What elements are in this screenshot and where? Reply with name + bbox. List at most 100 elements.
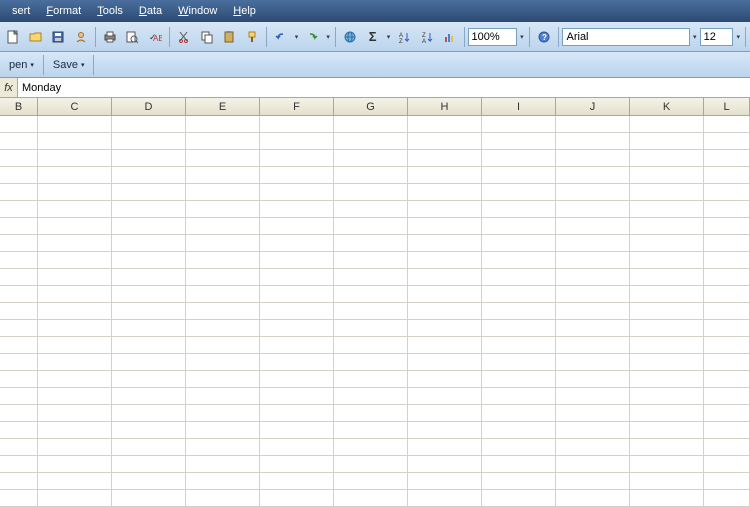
cell[interactable] <box>112 201 186 218</box>
zoom-dropdown[interactable]: ▾ <box>518 26 526 48</box>
cell[interactable] <box>186 456 260 473</box>
cell[interactable] <box>482 303 556 320</box>
cell[interactable] <box>334 456 408 473</box>
cell[interactable] <box>260 150 334 167</box>
cell[interactable] <box>482 320 556 337</box>
column-header-E[interactable]: E <box>186 98 260 115</box>
cell[interactable] <box>556 269 630 286</box>
cell[interactable] <box>704 116 750 133</box>
cell[interactable] <box>38 167 112 184</box>
help-button[interactable]: ? <box>533 26 555 48</box>
cell[interactable] <box>704 303 750 320</box>
cell[interactable] <box>38 371 112 388</box>
cell[interactable] <box>556 371 630 388</box>
cell[interactable] <box>260 235 334 252</box>
cell[interactable] <box>186 303 260 320</box>
cell[interactable] <box>112 337 186 354</box>
cell[interactable] <box>630 490 704 507</box>
cell[interactable] <box>556 201 630 218</box>
redo-dropdown[interactable]: ▾ <box>324 26 332 48</box>
cell[interactable] <box>556 456 630 473</box>
cell[interactable] <box>0 133 38 150</box>
cell[interactable] <box>556 133 630 150</box>
cell[interactable] <box>0 286 38 303</box>
column-header-D[interactable]: D <box>112 98 186 115</box>
cell[interactable] <box>482 337 556 354</box>
cell[interactable] <box>334 252 408 269</box>
cell[interactable] <box>556 286 630 303</box>
cell[interactable] <box>482 201 556 218</box>
cell[interactable] <box>112 320 186 337</box>
cell[interactable] <box>408 133 482 150</box>
cell[interactable] <box>186 490 260 507</box>
cell[interactable] <box>112 235 186 252</box>
font-size-dropdown[interactable]: ▾ <box>734 26 742 48</box>
cell[interactable] <box>704 320 750 337</box>
sort-desc-button[interactable]: ZA <box>416 26 438 48</box>
menu-help[interactable]: Help <box>225 3 264 19</box>
cell[interactable] <box>556 337 630 354</box>
cell[interactable] <box>38 184 112 201</box>
save-button[interactable] <box>47 26 69 48</box>
cell[interactable] <box>38 201 112 218</box>
cell[interactable] <box>630 439 704 456</box>
cell[interactable] <box>38 320 112 337</box>
spreadsheet-grid[interactable] <box>0 116 750 507</box>
cell[interactable] <box>260 337 334 354</box>
cell[interactable] <box>630 388 704 405</box>
cell[interactable] <box>186 269 260 286</box>
cell[interactable] <box>186 320 260 337</box>
column-header-L[interactable]: L <box>704 98 750 115</box>
cell[interactable] <box>630 167 704 184</box>
cell[interactable] <box>334 184 408 201</box>
cell[interactable] <box>408 422 482 439</box>
cell[interactable] <box>482 286 556 303</box>
cell[interactable] <box>186 354 260 371</box>
cell[interactable] <box>112 456 186 473</box>
cell[interactable] <box>408 320 482 337</box>
cell[interactable] <box>630 269 704 286</box>
cell[interactable] <box>556 116 630 133</box>
cell[interactable] <box>630 303 704 320</box>
cell[interactable] <box>260 371 334 388</box>
cell[interactable] <box>704 456 750 473</box>
cell[interactable] <box>38 337 112 354</box>
hyperlink-button[interactable] <box>339 26 361 48</box>
cell[interactable] <box>112 490 186 507</box>
cell[interactable] <box>112 269 186 286</box>
cell[interactable] <box>0 218 38 235</box>
cell[interactable] <box>408 388 482 405</box>
cell[interactable] <box>112 116 186 133</box>
cell[interactable] <box>334 337 408 354</box>
cell[interactable] <box>260 354 334 371</box>
cell[interactable] <box>408 354 482 371</box>
cell[interactable] <box>334 116 408 133</box>
cell[interactable] <box>556 388 630 405</box>
cell[interactable] <box>260 133 334 150</box>
formula-input[interactable]: Monday <box>18 78 750 97</box>
zoom-combo[interactable]: 100% <box>468 28 517 46</box>
cell[interactable] <box>112 473 186 490</box>
menu-insert[interactable]: sert <box>4 3 38 19</box>
cell[interactable] <box>38 116 112 133</box>
cell[interactable] <box>186 252 260 269</box>
cell[interactable] <box>186 337 260 354</box>
menu-tools[interactable]: Tools <box>89 3 131 19</box>
cell[interactable] <box>704 201 750 218</box>
cell[interactable] <box>630 286 704 303</box>
copy-button[interactable] <box>196 26 218 48</box>
cell[interactable] <box>334 218 408 235</box>
cell[interactable] <box>334 303 408 320</box>
cell[interactable] <box>704 337 750 354</box>
cell[interactable] <box>260 218 334 235</box>
cell[interactable] <box>260 320 334 337</box>
cell[interactable] <box>38 235 112 252</box>
cell[interactable] <box>260 422 334 439</box>
cell[interactable] <box>112 439 186 456</box>
cell[interactable] <box>112 371 186 388</box>
font-name-combo[interactable]: Arial <box>562 28 690 46</box>
cell[interactable] <box>408 167 482 184</box>
menu-format[interactable]: Format <box>38 3 89 19</box>
cell[interactable] <box>408 303 482 320</box>
cell[interactable] <box>260 201 334 218</box>
